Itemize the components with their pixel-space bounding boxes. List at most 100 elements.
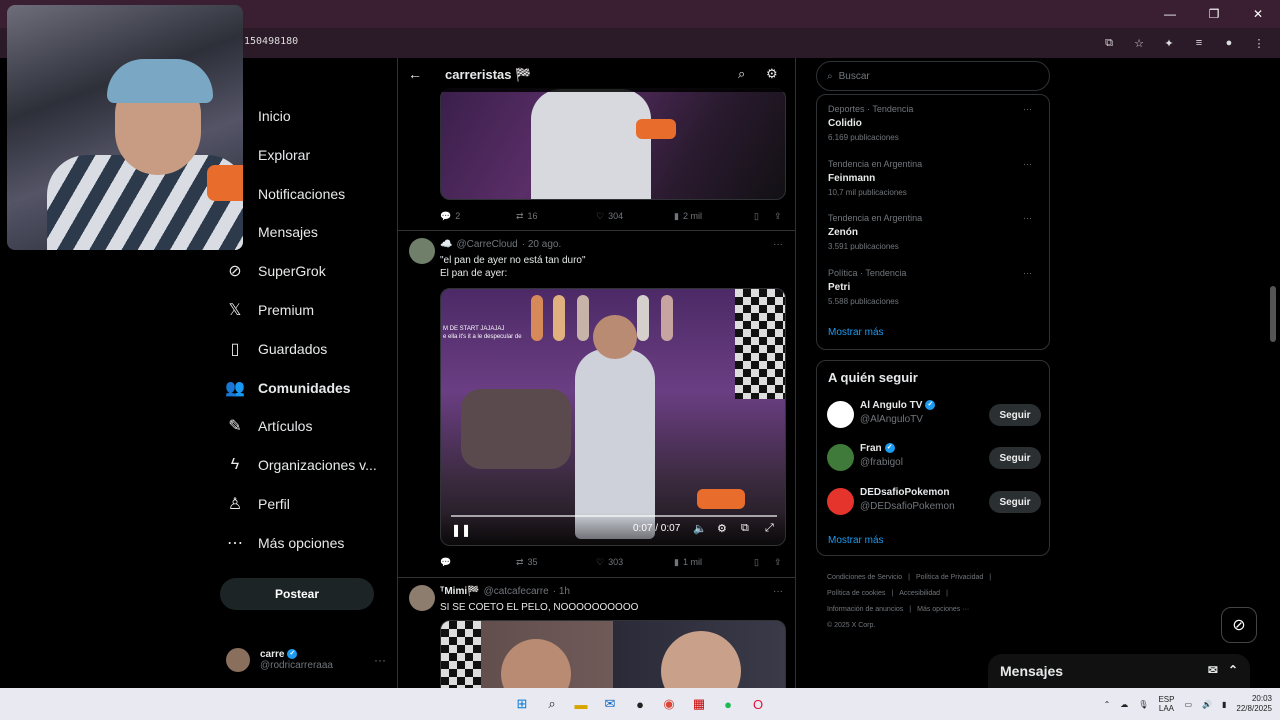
reply-button[interactable]: 💬 2: [440, 211, 516, 222]
like-button[interactable]: ♡ 304: [596, 211, 674, 222]
network-icon[interactable]: ☁: [1120, 700, 1128, 709]
menu-icon[interactable]: ⋮: [1248, 32, 1270, 54]
avatar[interactable]: [409, 585, 435, 611]
post-button[interactable]: Postear: [220, 578, 374, 610]
search-icon[interactable]: ⌕: [542, 694, 562, 714]
bookmark-button[interactable]: ▯: [754, 211, 774, 222]
cast-icon[interactable]: ⧉: [1098, 32, 1120, 54]
follow-button[interactable]: Seguir: [989, 447, 1041, 469]
star-icon[interactable]: ☆: [1128, 32, 1150, 54]
gear-icon[interactable]: ⚙: [766, 66, 778, 82]
like-button[interactable]: ♡ 303: [596, 557, 674, 568]
sidebar-item-notificaciones[interactable]: Notificaciones: [226, 177, 345, 211]
sidebar-item-mas-opciones[interactable]: ⋯ Más opciones: [226, 526, 344, 560]
trend-item[interactable]: Deportes · Tendencia Colidio 6.169 publi…: [828, 104, 1038, 154]
search-icon[interactable]: ⌕: [738, 66, 745, 82]
back-arrow-icon[interactable]: ←: [408, 66, 422, 82]
scrollbar[interactable]: [1270, 286, 1276, 342]
sidebar-item-articulos[interactable]: ✎ Artículos: [226, 409, 312, 443]
settings-icon[interactable]: ⚙: [717, 522, 727, 535]
sidebar-item-comunidades[interactable]: 👥 Comunidades: [225, 371, 351, 405]
sidebar-item-supergrok[interactable]: ⊘ SuperGrok: [226, 254, 325, 288]
volume-icon[interactable]: 🔈: [693, 522, 707, 535]
trend-more-icon[interactable]: ···: [1023, 104, 1032, 114]
footer-link[interactable]: Accesibilidad: [899, 590, 940, 597]
display-icon[interactable]: ▭: [1184, 700, 1192, 709]
grok-icon[interactable]: ⊘: [1221, 607, 1257, 643]
battery-icon[interactable]: ▮: [1222, 700, 1226, 709]
messages-drawer[interactable]: Mensajes ✉ ⌃: [988, 654, 1250, 688]
compose-icon[interactable]: ✉: [1208, 663, 1218, 677]
extensions-icon[interactable]: ✦: [1158, 32, 1180, 54]
tweet-media[interactable]: [440, 620, 786, 688]
search-input[interactable]: ⌕ Buscar: [816, 61, 1050, 91]
pip-icon[interactable]: ⧉: [741, 522, 749, 535]
trend-more-icon[interactable]: ···: [1023, 213, 1032, 223]
sidebar-item-inicio[interactable]: Inicio: [226, 99, 291, 133]
sidebar-item-organizaciones[interactable]: ϟ Organizaciones v...: [226, 448, 377, 482]
tweet-time[interactable]: · 1h: [553, 586, 570, 597]
speaker-icon[interactable]: 🔊: [1202, 700, 1212, 709]
show-more-link[interactable]: Mostrar más: [828, 535, 884, 546]
tweet-more-icon[interactable]: ···: [773, 239, 783, 250]
tweet-video[interactable]: M DE START JAJAJAJ e ella it's it a le d…: [440, 288, 786, 546]
show-more-link[interactable]: Mostrar más: [828, 327, 884, 338]
stream-app-icon[interactable]: ▦: [689, 694, 709, 714]
footer-link[interactable]: Política de cookies: [827, 590, 885, 597]
tweet-time[interactable]: · 20 ago.: [522, 239, 561, 250]
follow-button[interactable]: Seguir: [989, 491, 1041, 513]
follow-suggestion[interactable]: Fran ✓ @frabigol Seguir: [827, 441, 1041, 475]
tweet-handle[interactable]: @catcafecarre: [484, 586, 549, 597]
profile-avatar[interactable]: ●: [1218, 32, 1240, 54]
chrome-icon[interactable]: ◉: [659, 694, 679, 714]
footer-link[interactable]: Información de anuncios: [827, 606, 903, 613]
footer-link[interactable]: Condiciones de Servicio: [827, 574, 902, 581]
repost-button[interactable]: ⇄ 16: [516, 211, 596, 222]
share-button[interactable]: ⇪: [774, 557, 782, 568]
url-text[interactable]: 150498180: [244, 36, 298, 47]
repost-button[interactable]: ⇄ 35: [516, 557, 596, 568]
media-icon[interactable]: ≡: [1188, 32, 1210, 54]
share-button[interactable]: ⇪: [774, 211, 782, 222]
windows-start-icon[interactable]: ⊞: [512, 694, 532, 714]
sidebar-item-premium[interactable]: 𝕏 Premium: [226, 293, 314, 327]
trend-item[interactable]: Tendencia en Argentina Feinmann 10,7 mil…: [828, 159, 1038, 209]
sidebar-item-perfil[interactable]: ♙ Perfil: [226, 487, 290, 521]
trend-item[interactable]: Política · Tendencia Petri 5.588 publica…: [828, 268, 1038, 318]
tweet-author[interactable]: ☁️: [440, 239, 452, 250]
clock[interactable]: 20:03 22/8/2025: [1236, 694, 1272, 714]
trend-more-icon[interactable]: ···: [1023, 159, 1032, 169]
minimize-icon[interactable]: —: [1148, 0, 1192, 28]
close-icon[interactable]: ✕: [1236, 0, 1280, 28]
follow-button[interactable]: Seguir: [989, 404, 1041, 426]
file-explorer-icon[interactable]: ▬: [571, 694, 591, 714]
reply-button[interactable]: 💬: [440, 557, 516, 568]
video-progress[interactable]: [451, 515, 777, 517]
outlook-icon[interactable]: ✉: [600, 694, 620, 714]
footer-link[interactable]: Más opciones ···: [917, 606, 969, 613]
chevron-up-icon[interactable]: ⌃: [1228, 663, 1238, 677]
sidebar-item-mensajes[interactable]: Mensajes: [226, 215, 318, 249]
tweet-author[interactable]: ᵀMimi🏁: [440, 586, 480, 597]
account-more-icon[interactable]: ···: [374, 653, 386, 667]
language-indicator[interactable]: ESP LAA: [1158, 695, 1174, 713]
sidebar-item-guardados[interactable]: ▯ Guardados: [226, 332, 328, 366]
account-switcher[interactable]: carre ✓ @rodricarreraaa ···: [226, 643, 386, 677]
views-button[interactable]: ▮ 1 mil: [674, 557, 754, 568]
microphone-icon[interactable]: 🎙: [1138, 700, 1148, 709]
opera-icon[interactable]: O: [748, 694, 768, 714]
footer-link[interactable]: Política de Privacidad: [916, 574, 983, 581]
avatar[interactable]: [409, 238, 435, 264]
tweet-handle[interactable]: @CarreCloud: [456, 239, 517, 250]
trend-more-icon[interactable]: ···: [1023, 268, 1032, 278]
trend-item[interactable]: Tendencia en Argentina Zenón 3.591 publi…: [828, 213, 1038, 263]
bookmark-button[interactable]: ▯: [754, 557, 774, 568]
follow-suggestion[interactable]: Al Angulo TV ✓ @AlAnguloTV Seguir: [827, 398, 1041, 432]
tweet-more-icon[interactable]: ···: [773, 586, 783, 597]
views-button[interactable]: ▮ 2 mil: [674, 211, 754, 222]
pause-icon[interactable]: ❚❚: [451, 523, 471, 537]
chevron-up-icon[interactable]: ⌃: [1104, 700, 1111, 709]
fullscreen-icon[interactable]: ⤢: [765, 522, 774, 535]
restore-icon[interactable]: ❐: [1192, 0, 1236, 28]
spotify-icon[interactable]: ●: [718, 694, 738, 714]
